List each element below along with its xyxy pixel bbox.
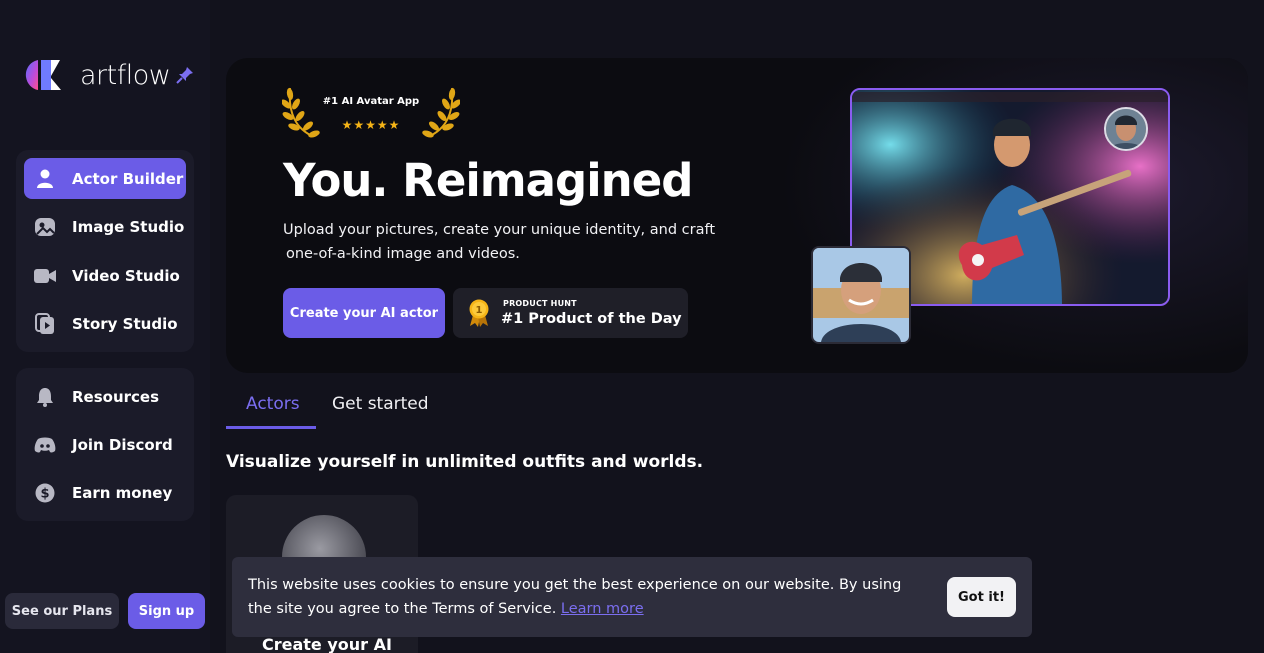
brand-logo[interactable]: artflow [24,58,171,92]
cookie-text-line: This website uses cookies to ensure you … [248,577,902,593]
hero-title: You. Reimagined [283,154,693,207]
artflow-logo-icon [24,58,64,92]
product-hunt-badge[interactable]: 1 PRODUCT HUNT #1 Product of the Day [453,288,688,338]
hero-subtitle: Upload your pictures, create your unique… [283,218,723,266]
pin-sidebar-icon[interactable] [176,66,194,88]
card-label: Create your AI [262,635,392,653]
section-heading: Visualize yourself in unlimited outfits … [226,452,704,472]
cookie-banner: This website uses cookies to ensure you … [232,557,1032,637]
image-icon [34,216,56,238]
nav-label: Earn money [72,483,173,502]
see-plans-button[interactable]: See our Plans [5,593,119,629]
user-icon [34,168,56,190]
cookie-message: This website uses cookies to ensure you … [248,573,908,621]
nav-item-earn-money[interactable]: $ Earn money [24,472,186,513]
product-hunt-title: #1 Product of the Day [501,311,682,327]
dollar-icon: $ [34,482,56,504]
avatar-thumbnail [1104,107,1148,151]
cookie-text-line: the site you agree to the Terms of Servi… [248,601,557,617]
story-icon [34,313,56,335]
nav-item-join-discord[interactable]: Join Discord [24,424,186,465]
tab-get-started[interactable]: Get started [332,394,429,414]
nav-label: Resources [72,387,160,406]
medal-icon: 1 [468,299,490,327]
svg-text:$: $ [40,486,49,501]
nav-label: Story Studio [72,315,178,333]
nav-item-story-studio[interactable]: Story Studio [24,304,186,345]
nav-label: Actor Builder [72,169,184,188]
cookie-accept-button[interactable]: Got it! [947,577,1016,617]
nav-label: Join Discord [72,435,173,454]
nav-item-video-studio[interactable]: Video Studio [24,255,186,296]
learn-more-link[interactable]: Learn more [561,601,644,617]
nav-item-image-studio[interactable]: Image Studio [24,207,186,248]
award-badge: #1 AI Avatar App ★★★★★ [282,84,460,140]
nav-item-resources[interactable]: Resources [24,376,186,417]
star-rating-icon: ★★★★★ [341,118,401,132]
product-hunt-label: PRODUCT HUNT [503,299,577,308]
create-ai-actor-button[interactable]: Create your AI actor [283,288,445,338]
video-camera-icon [34,265,56,287]
award-title: #1 AI Avatar App [322,96,420,107]
discord-icon [34,434,56,456]
nav-label: Video Studio [72,266,180,285]
hero-banner: #1 AI Avatar App ★★★★★ You. Reimagined U… [226,58,1248,373]
nav-item-actor-builder[interactable]: Actor Builder [24,158,186,199]
hero-subtitle-line: Upload your pictures, create your unique… [283,222,716,238]
bell-icon [34,386,56,408]
brand-name: artflow [80,59,171,91]
selfie-photo [811,246,911,344]
product-hunt-rank: 1 [476,305,483,316]
secondary-nav: Resources Join Discord $ Earn money [16,368,194,521]
primary-nav: Actor Builder Image Studio Video Studio … [16,150,194,352]
sidebar: artflow Actor Builder Image Studio Video… [0,0,210,653]
tab-actors[interactable]: Actors [246,394,300,414]
signup-button[interactable]: Sign up [128,593,205,629]
active-tab-indicator [226,426,316,429]
nav-label: Image Studio [72,218,185,236]
hero-subtitle-line: one-of-a-kind image and videos. [286,246,520,262]
